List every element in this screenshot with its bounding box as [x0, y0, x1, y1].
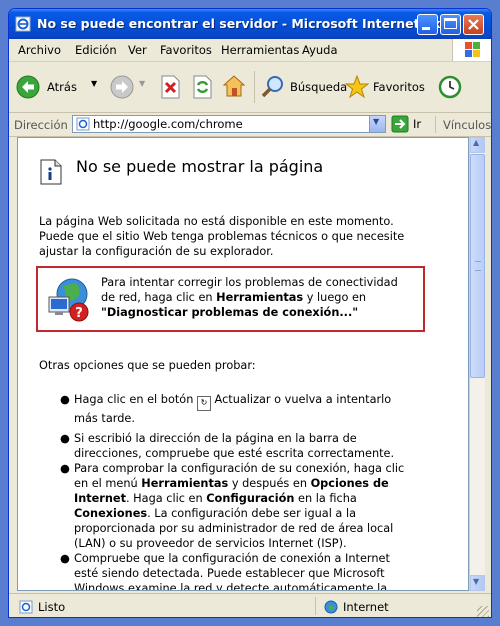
diagnose-text: Para intentar corregir los problemas de … — [101, 275, 421, 320]
status-text: Listo — [38, 600, 66, 614]
close-icon — [468, 19, 479, 30]
page-content: No se puede mostrar la página La página … — [17, 137, 469, 591]
scroll-thumb[interactable] — [470, 154, 485, 378]
address-dropdown[interactable]: ▼ — [369, 116, 385, 132]
bullet: ● — [60, 462, 70, 475]
links-label[interactable]: Vínculos — [443, 118, 491, 132]
thumb-grip — [475, 261, 481, 271]
bullet: ● — [60, 393, 70, 406]
address-bar: Dirección http://google.com/chrome ▼ Ir … — [9, 113, 491, 137]
svg-text:?: ? — [75, 306, 83, 321]
menu-archivo[interactable]: Archivo — [18, 43, 61, 57]
search-icon — [261, 76, 283, 98]
forward-arrow-icon — [110, 75, 134, 99]
options-list: ● Haga clic en el botón ↻ Actualizar o v… — [60, 392, 410, 591]
minimize-button[interactable] — [417, 14, 438, 35]
list-item: ● Para comprobar la configuración de su … — [60, 461, 410, 551]
toolbar-separator — [254, 71, 255, 103]
intro-text: La página Web solicitada no está disponi… — [39, 215, 405, 258]
links-separator — [435, 116, 436, 133]
history-icon[interactable] — [437, 74, 463, 100]
home-icon[interactable] — [222, 74, 246, 98]
option-text: más tarde. — [74, 412, 135, 425]
go-label: Ir — [413, 117, 422, 131]
list-item: ● Compruebe que la configuración de cone… — [60, 551, 410, 591]
favorites-star-icon — [344, 74, 370, 99]
search-label: Búsqueda — [290, 80, 348, 94]
option-text: y después en — [228, 477, 311, 490]
windows-logo — [452, 39, 491, 61]
window-title: No se puede encontrar el servidor - Micr… — [37, 16, 455, 31]
option-text: Haga clic en el botón — [74, 393, 197, 406]
option-text: en la ficha — [294, 492, 357, 505]
option-keyword: Conexiones — [74, 507, 148, 520]
close-button[interactable] — [463, 14, 484, 35]
internet-zone-icon — [324, 600, 338, 614]
list-item: ● Haga clic en el botón ↻ Actualizar o v… — [60, 392, 410, 426]
chevron-down-icon: ▼ — [373, 117, 380, 126]
refresh-icon[interactable] — [191, 75, 213, 99]
option-text: Compruebe que la configuración de conexi… — [74, 552, 390, 591]
address-label: Dirección — [14, 118, 68, 132]
address-url: http://google.com/chrome — [93, 117, 243, 131]
scroll-down-button[interactable]: ▼ — [470, 575, 485, 591]
refresh-small-icon: ↻ — [196, 396, 211, 411]
diagnose-tools-keyword: Herramientas — [216, 291, 304, 304]
option-text: Actualizar o vuelva a intentarlo — [210, 393, 392, 406]
bullet: ● — [60, 552, 70, 565]
other-options-heading: Otras opciones que se pueden probar: — [39, 359, 256, 372]
chevron-up-icon: ▲ — [473, 138, 480, 147]
chevron-down-icon: ▼ — [473, 577, 480, 586]
option-text: Si escribió la dirección de la página en… — [74, 432, 395, 460]
diagnose-line-2: de red, haga clic en Herramientas y lueg… — [101, 290, 421, 305]
bullet: ● — [60, 432, 70, 445]
diagnose-text-part: de red, haga clic en — [101, 291, 217, 304]
status-separator — [315, 597, 316, 615]
go-button[interactable]: Ir — [391, 115, 431, 133]
back-label: Atrás — [47, 80, 77, 94]
option-keyword: Configuración — [206, 492, 295, 505]
browser-window: No se puede encontrar el servidor - Micr… — [8, 8, 492, 618]
network-globe-icon: ? — [48, 278, 89, 322]
menu-ver[interactable]: Ver — [128, 43, 147, 57]
back-button[interactable]: Atrás ▼ — [15, 73, 97, 101]
forward-dropdown-icon[interactable]: ▼ — [139, 79, 145, 88]
menu-edicion[interactable]: Edición — [75, 43, 117, 57]
search-button[interactable]: Búsqueda — [260, 73, 347, 101]
menu-ayuda[interactable]: Ayuda — [302, 43, 338, 57]
menu-herramientas[interactable]: Herramientas — [221, 43, 299, 57]
vertical-scrollbar[interactable]: ▲ ▼ — [469, 137, 485, 591]
list-item: ● Si escribió la dirección de la página … — [60, 431, 410, 461]
diagnose-box: ? Para intentar corregir los problemas d… — [36, 266, 425, 332]
status-bar: Listo Internet — [9, 593, 491, 617]
maximize-button[interactable] — [440, 14, 461, 35]
diagnose-text-part: y luego en — [303, 291, 367, 304]
stop-icon[interactable] — [159, 75, 181, 99]
favorites-label: Favoritos — [373, 80, 425, 94]
back-arrow-icon — [16, 75, 40, 99]
zone-label: Internet — [343, 600, 389, 614]
favorites-button[interactable]: Favoritos — [344, 73, 426, 101]
scroll-up-button[interactable]: ▲ — [470, 137, 485, 153]
page-icon — [76, 117, 90, 131]
go-arrow-icon — [391, 115, 409, 133]
menu-favoritos[interactable]: Favoritos — [160, 43, 212, 57]
diagnose-line-1: Para intentar corregir los problemas de … — [101, 276, 398, 289]
page-status-icon — [19, 600, 33, 614]
resize-grip[interactable] — [477, 606, 489, 617]
forward-button[interactable]: ▼ — [109, 73, 149, 101]
title-bar[interactable]: No se puede encontrar el servidor - Micr… — [9, 9, 491, 39]
info-icon — [40, 159, 62, 185]
windows-flag-icon — [465, 42, 480, 57]
menu-bar: Archivo Edición Ver Favoritos Herramient… — [9, 39, 491, 62]
option-keyword: Herramientas — [141, 477, 229, 490]
option-text: . Haga clic en — [125, 492, 207, 505]
page-heading: No se puede mostrar la página — [76, 157, 324, 176]
back-dropdown-icon[interactable]: ▼ — [91, 79, 97, 88]
address-field[interactable]: http://google.com/chrome ▼ — [72, 115, 386, 133]
diagnose-command: "Diagnosticar problemas de conexión..." — [101, 306, 359, 319]
standard-toolbar: Atrás ▼ ▼ Búsqueda Favoritos — [9, 62, 491, 113]
internet-explorer-icon — [15, 16, 31, 32]
diagnose-link[interactable]: "Diagnosticar problemas de conexión..." — [101, 305, 421, 320]
